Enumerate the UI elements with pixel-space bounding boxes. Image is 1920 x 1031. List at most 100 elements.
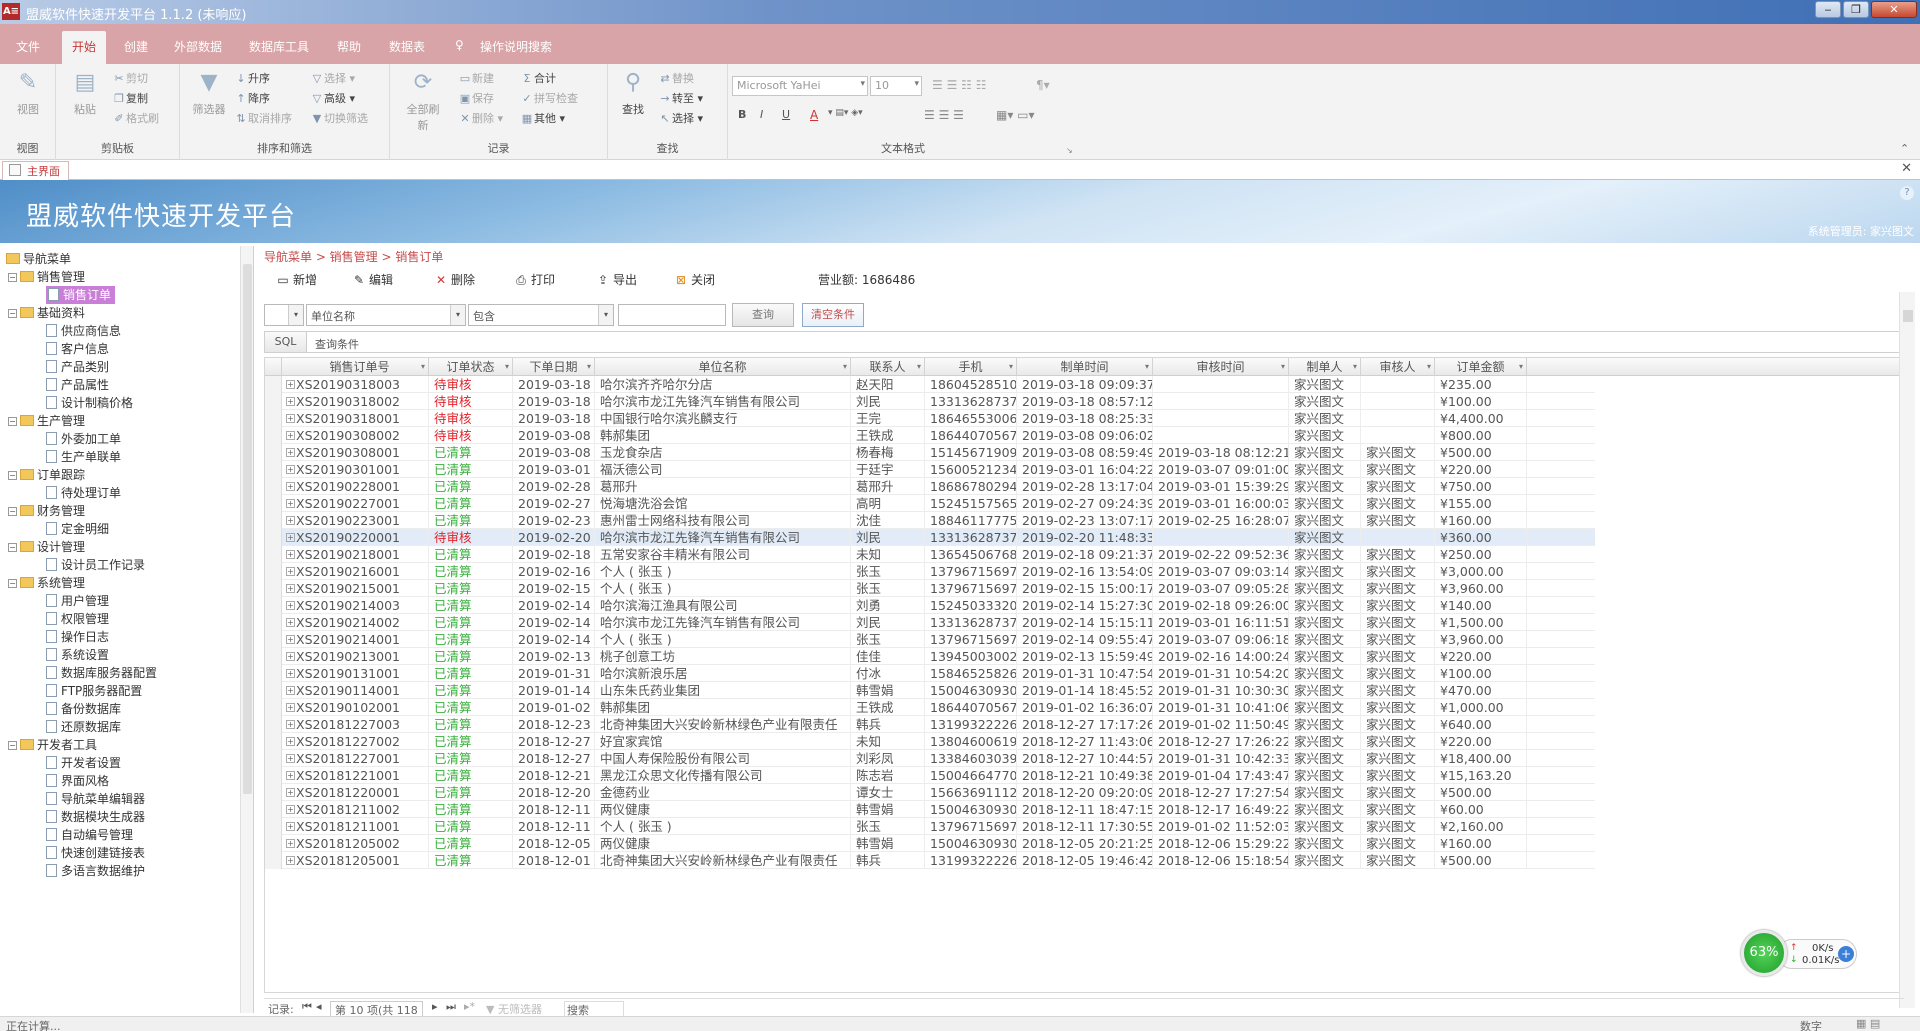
cell-col-10[interactable]: ¥500.00 — [1435, 852, 1527, 869]
cell-col-0[interactable]: XS20181211002 — [291, 801, 429, 818]
cell-col-6[interactable]: 2019-02-15 15:00:17 — [1017, 580, 1153, 597]
sort-ascending-button[interactable]: ↓ 升序 — [234, 70, 270, 88]
cell-col-7[interactable]: 2019-01-04 17:43:47 — [1153, 767, 1289, 784]
cell-col-9[interactable] — [1361, 529, 1435, 546]
cell-col-1[interactable]: 已清算 — [429, 648, 513, 665]
cell-col-8[interactable]: 家兴图文 — [1289, 427, 1361, 444]
sql-button[interactable]: SQL — [265, 332, 307, 352]
column-header-6[interactable]: 制单时间 ▾ — [1017, 358, 1153, 376]
clear-filter-button[interactable]: 清空条件 — [802, 303, 864, 327]
cell-col-4[interactable]: 张玉 — [851, 631, 925, 648]
cell-col-0[interactable]: XS20181220001 — [291, 784, 429, 801]
table-row[interactable]: + XS20181227003 已清算 2018-12-23 北奇神集团大兴安岭新林绿色… — [265, 716, 1595, 733]
cell-col-1[interactable]: 已清算 — [429, 478, 513, 495]
cell-col-0[interactable]: XS20190308002 — [291, 427, 429, 444]
cell-col-3[interactable]: 五常安家谷丰精米有限公司 — [595, 546, 851, 563]
sidebar-group-5[interactable]: − 设计管理 — [8, 538, 85, 556]
cell-col-2[interactable]: 2018-12-20 — [513, 784, 595, 801]
cell-col-0[interactable]: XS20190318001 — [291, 410, 429, 427]
cell-col-5[interactable]: 15663691112 — [925, 784, 1017, 801]
cell-col-6[interactable]: 2019-01-02 16:36:07 — [1017, 699, 1153, 716]
cell-col-5[interactable]: 15145671909 — [925, 444, 1017, 461]
row-selector[interactable] — [265, 393, 282, 410]
cell-col-0[interactable]: XS20190102001 — [291, 699, 429, 716]
cell-col-8[interactable]: 家兴图文 — [1289, 376, 1361, 393]
cell-col-3[interactable]: 悦海塘洗浴会馆 — [595, 495, 851, 512]
table-row[interactable]: + XS20190218001 已清算 2019-02-18 五常安家谷丰精米有限公司未… — [265, 546, 1595, 563]
sidebar-item-1-3[interactable]: 产品属性 — [46, 376, 109, 394]
delete-record-button[interactable]: ✕ 删除 ▾ — [458, 110, 503, 128]
cell-col-4[interactable]: 张玉 — [851, 818, 925, 835]
cell-col-9[interactable]: 家兴图文 — [1361, 495, 1435, 512]
cell-col-7[interactable]: 2019-01-31 10:30:30 — [1153, 682, 1289, 699]
cell-col-0[interactable]: XS20190216001 — [291, 563, 429, 580]
cell-col-10[interactable]: ¥60.00 — [1435, 801, 1527, 818]
cell-col-7[interactable]: 2018-12-06 15:29:22 — [1153, 835, 1289, 852]
collapse-icon[interactable]: − — [8, 507, 17, 516]
cell-col-4[interactable]: 付冰 — [851, 665, 925, 682]
sidebar-item-6-6[interactable]: 备份数据库 — [46, 700, 121, 718]
table-row[interactable]: + XS20181220001 已清算 2018-12-20 金德药业 谭女士 156636… — [265, 784, 1595, 801]
selection-button[interactable]: ▽ 选择 ▾ — [310, 70, 355, 88]
cell-col-10[interactable]: ¥155.00 — [1435, 495, 1527, 512]
network-monitor-widget[interactable]: ↑ 0K/s ↓ 0.01K/s + 63% — [1741, 930, 1859, 978]
cell-col-0[interactable]: XS20190131001 — [291, 665, 429, 682]
cell-col-2[interactable]: 2018-12-23 — [513, 716, 595, 733]
menu-database-tools[interactable]: 数据库工具 — [249, 38, 309, 55]
cell-col-7[interactable]: 2019-03-07 09:01:00 — [1153, 461, 1289, 478]
cell-col-7[interactable]: 2018-12-17 16:49:22 — [1153, 801, 1289, 818]
table-row[interactable]: + XS20190308002 待审核 2019-03-08 韩郝集团 王铁成 186440… — [265, 427, 1595, 444]
row-selector[interactable] — [265, 818, 282, 835]
sidebar-group-1[interactable]: − 基础资料 — [8, 304, 85, 322]
cell-col-1[interactable]: 已清算 — [429, 801, 513, 818]
sidebar-item-2-0[interactable]: 外委加工单 — [46, 430, 121, 448]
cell-col-2[interactable]: 2019-02-14 — [513, 631, 595, 648]
cell-col-3[interactable]: 哈尔滨齐齐哈尔分店 — [595, 376, 851, 393]
cell-col-0[interactable]: XS20181211001 — [291, 818, 429, 835]
cell-col-7[interactable]: 2019-02-22 09:52:36 — [1153, 546, 1289, 563]
cell-col-9[interactable] — [1361, 376, 1435, 393]
more-button[interactable]: ▦ 其他 ▾ — [520, 110, 565, 128]
close-tab-icon[interactable]: ✕ — [1901, 161, 1912, 176]
cell-col-8[interactable]: 家兴图文 — [1289, 716, 1361, 733]
collapse-ribbon-icon[interactable]: ⌃ — [1900, 142, 1909, 155]
cell-col-9[interactable]: 家兴图文 — [1361, 512, 1435, 529]
cell-col-4[interactable]: 于廷宇 — [851, 461, 925, 478]
cell-col-4[interactable]: 杨春梅 — [851, 444, 925, 461]
cell-col-9[interactable]: 家兴图文 — [1361, 733, 1435, 750]
row-selector[interactable] — [265, 750, 282, 767]
remove-sort-button[interactable]: ⇅ 取消排序 — [234, 110, 292, 128]
print-button[interactable]: ⎙ 打印 — [514, 271, 555, 288]
cell-col-1[interactable]: 待审核 — [429, 529, 513, 546]
cell-col-6[interactable]: 2019-01-31 10:47:54 — [1017, 665, 1153, 682]
cell-col-6[interactable]: 2019-02-27 09:24:39 — [1017, 495, 1153, 512]
cell-col-5[interactable]: 15245157565 — [925, 495, 1017, 512]
cell-col-9[interactable] — [1361, 393, 1435, 410]
row-selector[interactable] — [265, 495, 282, 512]
cell-col-10[interactable]: ¥640.00 — [1435, 716, 1527, 733]
menu-home[interactable]: 开始 — [62, 31, 107, 64]
cell-col-6[interactable]: 2019-02-23 13:07:17 — [1017, 512, 1153, 529]
sidebar-item-7-0[interactable]: 开发者设置 — [46, 754, 121, 772]
sidebar-item-6-7[interactable]: 还原数据库 — [46, 718, 121, 736]
save-record-button[interactable]: ▣ 保存 — [458, 90, 494, 108]
cell-col-4[interactable]: 韩兵 — [851, 716, 925, 733]
cell-col-0[interactable]: XS20181221001 — [291, 767, 429, 784]
cell-col-6[interactable]: 2018-12-27 10:44:57 — [1017, 750, 1153, 767]
cell-col-9[interactable]: 家兴图文 — [1361, 767, 1435, 784]
cell-col-5[interactable]: 13796715697 — [925, 631, 1017, 648]
cell-col-8[interactable]: 家兴图文 — [1289, 614, 1361, 631]
cell-col-9[interactable]: 家兴图文 — [1361, 563, 1435, 580]
cell-col-1[interactable]: 已清算 — [429, 750, 513, 767]
cell-col-9[interactable]: 家兴图文 — [1361, 682, 1435, 699]
cell-col-3[interactable]: 葛邢升 — [595, 478, 851, 495]
cell-col-5[interactable]: 13313628737 — [925, 529, 1017, 546]
cell-col-9[interactable] — [1361, 427, 1435, 444]
cell-col-5[interactable]: 18646553006 — [925, 410, 1017, 427]
cell-col-10[interactable]: ¥250.00 — [1435, 546, 1527, 563]
cell-col-2[interactable]: 2019-03-18 — [513, 393, 595, 410]
cell-col-5[interactable]: 15846525826 — [925, 665, 1017, 682]
edit-button[interactable]: ✎ 编辑 — [352, 271, 393, 288]
cell-col-2[interactable]: 2019-02-16 — [513, 563, 595, 580]
table-row[interactable]: + XS20190227001 已清算 2019-02-27 悦海塘洗浴会馆 高明 1524… — [265, 495, 1595, 512]
